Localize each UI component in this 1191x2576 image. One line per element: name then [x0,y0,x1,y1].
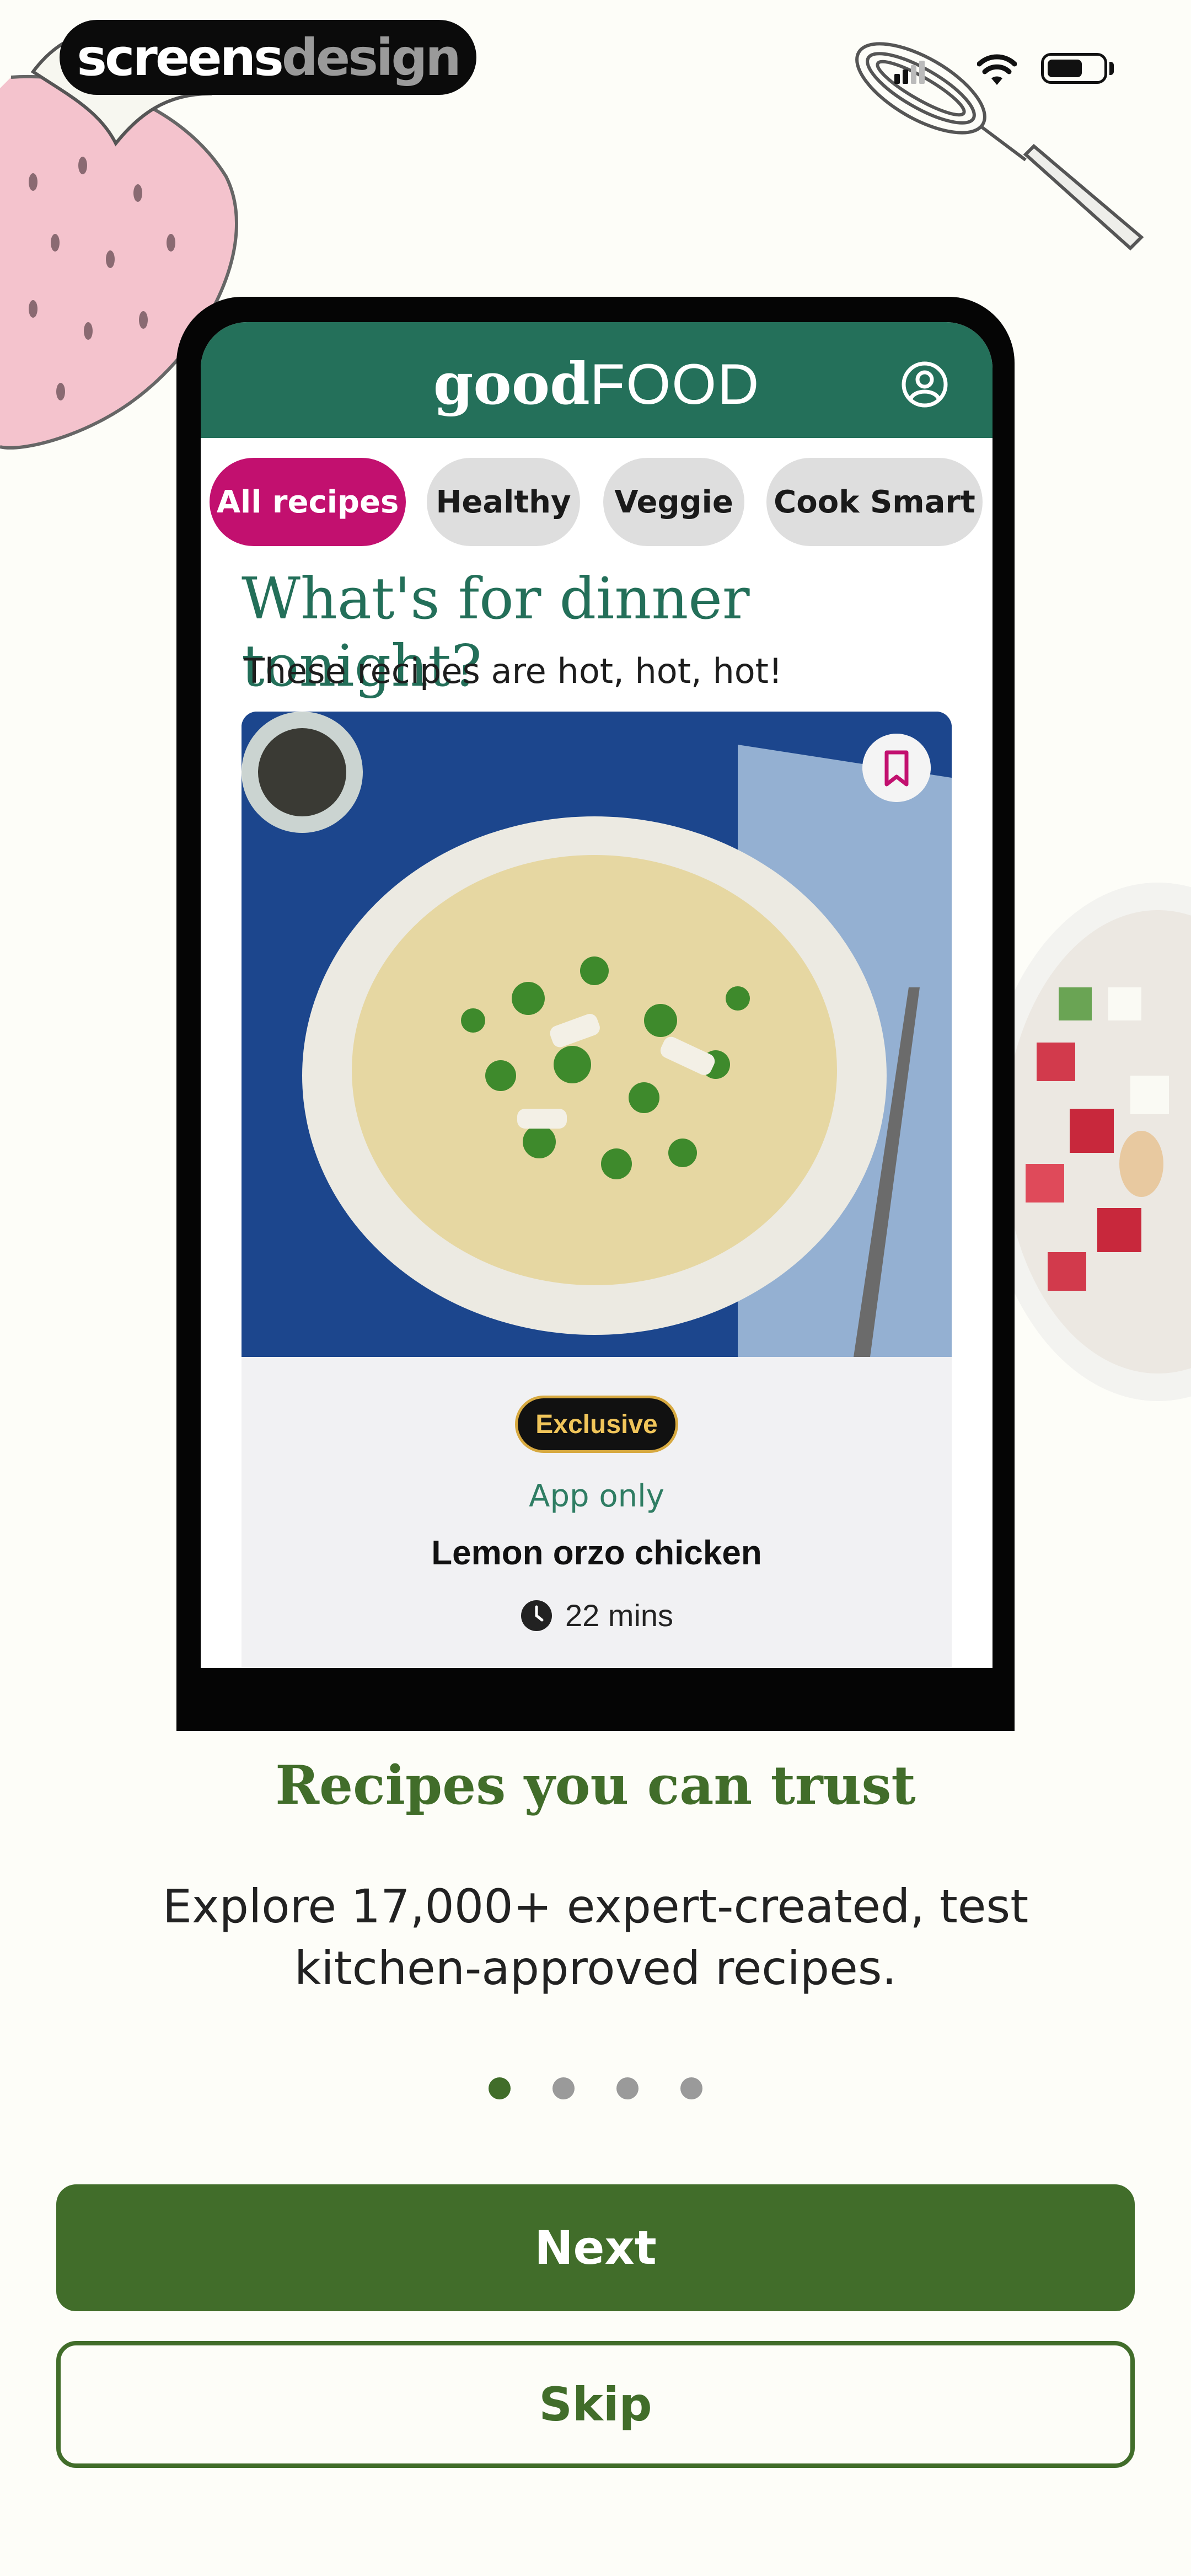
page-dot-3[interactable] [616,2077,639,2099]
next-button[interactable]: Next [56,2184,1135,2311]
chip-all-recipes[interactable]: All recipes [210,458,406,546]
cellular-signal-icon [894,61,925,84]
page-dot-4[interactable] [680,2077,702,2099]
chip-veggie[interactable]: Veggie [603,458,744,546]
wifi-icon [977,54,1017,85]
page-dot-1[interactable] [489,2077,511,2099]
bookmark-icon[interactable] [862,734,931,802]
recipe-time-text: 22 mins [565,1598,674,1633]
account-circle-icon[interactable] [901,361,948,408]
screensdesign-watermark: screens design [60,20,476,95]
recipe-photo [242,712,952,1357]
chip-healthy[interactable]: Healthy [427,458,580,546]
recipe-time: 22 mins [242,1597,952,1633]
app-screen-preview: goodFOOD All recipes Healthy Veggie Cook… [201,322,993,1668]
battery-tip [1109,62,1114,75]
clock-icon [521,1600,552,1631]
goodfood-logo: goodFOOD [433,350,760,418]
page-dot-2[interactable] [552,2077,575,2099]
onboarding-title: Recipes you can trust [275,1754,916,1816]
battery-icon [1041,53,1107,84]
watermark-part2: design [281,28,462,87]
recipe-title: Lemon orzo chicken [431,1534,762,1572]
onboarding-description: Explore 17,000+ expert-created, test kit… [162,1879,1029,1995]
recipe-card[interactable]: Exclusive App only Lemon orzo chicken 22… [242,712,952,1668]
exclusive-badge: Exclusive [515,1396,678,1453]
watermark-part1: screens [77,28,284,87]
app-only-label: App only [529,1478,664,1514]
skip-button[interactable]: Skip [56,2341,1135,2468]
app-header: goodFOOD [201,322,993,438]
page-indicator [0,2077,1191,2099]
chip-cook-smart[interactable]: Cook Smart [766,458,983,546]
section-subline: These recipes are hot, hot, hot! [244,651,782,691]
